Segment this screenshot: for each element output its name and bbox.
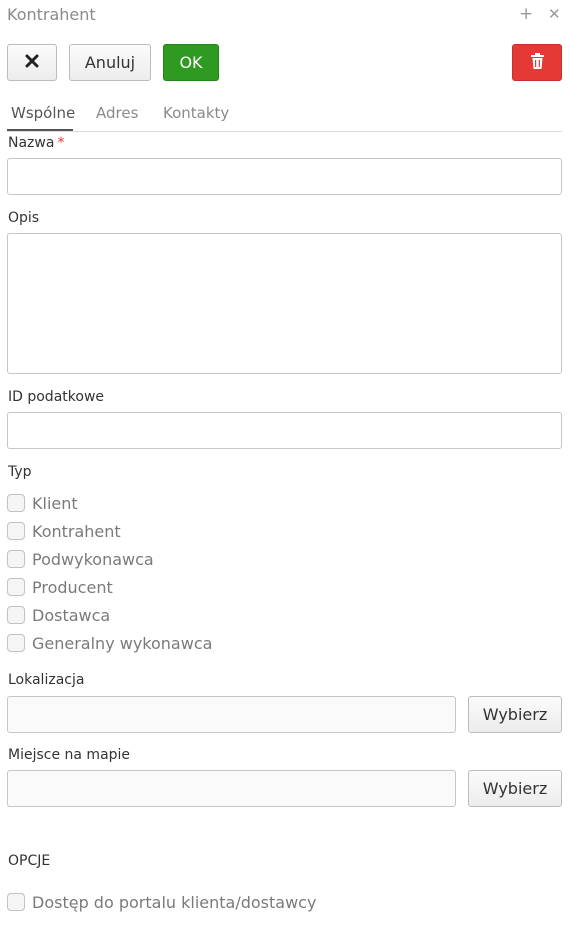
name-label: Nazwa * xyxy=(8,134,64,152)
tab-adres[interactable]: Adres xyxy=(96,104,138,122)
description-label: Opis xyxy=(8,210,40,226)
location-choose-button[interactable]: Wybierz xyxy=(468,696,562,733)
type-option-producent[interactable]: Producent xyxy=(7,577,113,597)
required-marker: * xyxy=(57,135,65,151)
tax-id-label: ID podatkowe xyxy=(8,389,105,405)
map-place-choose-button[interactable]: Wybierz xyxy=(468,770,562,807)
maximize-icon[interactable]: + xyxy=(519,4,533,24)
generalny-wykonawca-checkbox[interactable] xyxy=(7,634,25,652)
portal-access-label: Dostęp do portalu klienta/dostawcy xyxy=(32,892,317,912)
kontrahent-label: Kontrahent xyxy=(32,521,121,541)
ok-button[interactable]: OK xyxy=(163,44,219,81)
tab-wspolne[interactable]: Wspólne xyxy=(11,104,75,122)
klient-checkbox[interactable] xyxy=(7,494,25,512)
klient-label: Klient xyxy=(32,493,78,513)
portal-access-option[interactable]: Dostęp do portalu klienta/dostawcy xyxy=(7,892,316,912)
cancel-button[interactable]: Anuluj xyxy=(69,44,151,81)
tax-id-input[interactable] xyxy=(7,412,562,449)
type-option-podwykonawca[interactable]: Podwykonawca xyxy=(7,549,154,569)
active-tab-indicator xyxy=(7,129,73,131)
close-button[interactable] xyxy=(7,44,57,81)
description-textarea[interactable] xyxy=(7,233,562,374)
dostawca-label: Dostawca xyxy=(32,605,111,625)
delete-button[interactable] xyxy=(512,44,562,81)
type-option-kontrahent[interactable]: Kontrahent xyxy=(7,521,121,541)
type-option-dostawca[interactable]: Dostawca xyxy=(7,605,110,625)
location-input[interactable] xyxy=(7,696,456,733)
close-window-icon[interactable]: ✕ xyxy=(548,4,561,24)
producent-label: Producent xyxy=(32,577,113,597)
name-input[interactable] xyxy=(7,158,562,195)
location-label: Lokalizacja xyxy=(8,672,85,688)
portal-access-checkbox[interactable] xyxy=(7,893,25,911)
options-heading: OPCJE xyxy=(8,853,51,869)
dostawca-checkbox[interactable] xyxy=(7,606,25,624)
tab-kontakty[interactable]: Kontakty xyxy=(163,104,229,122)
type-option-klient[interactable]: Klient xyxy=(7,493,78,513)
map-place-input[interactable] xyxy=(7,770,456,807)
map-place-label: Miejsce na mapie xyxy=(8,747,131,763)
type-option-generalny-wykonawca[interactable]: Generalny wykonawca xyxy=(7,633,212,653)
type-label: Typ xyxy=(8,464,32,480)
kontrahent-checkbox[interactable] xyxy=(7,522,25,540)
name-label-text: Nazwa xyxy=(8,135,55,151)
tab-divider xyxy=(7,131,562,132)
podwykonawca-checkbox[interactable] xyxy=(7,550,25,568)
generalny-wykonawca-label: Generalny wykonawca xyxy=(32,633,213,653)
close-icon xyxy=(25,53,39,72)
podwykonawca-label: Podwykonawca xyxy=(32,549,154,569)
window-title: Kontrahent xyxy=(7,5,96,24)
producent-checkbox[interactable] xyxy=(7,578,25,596)
trash-icon xyxy=(530,52,544,73)
